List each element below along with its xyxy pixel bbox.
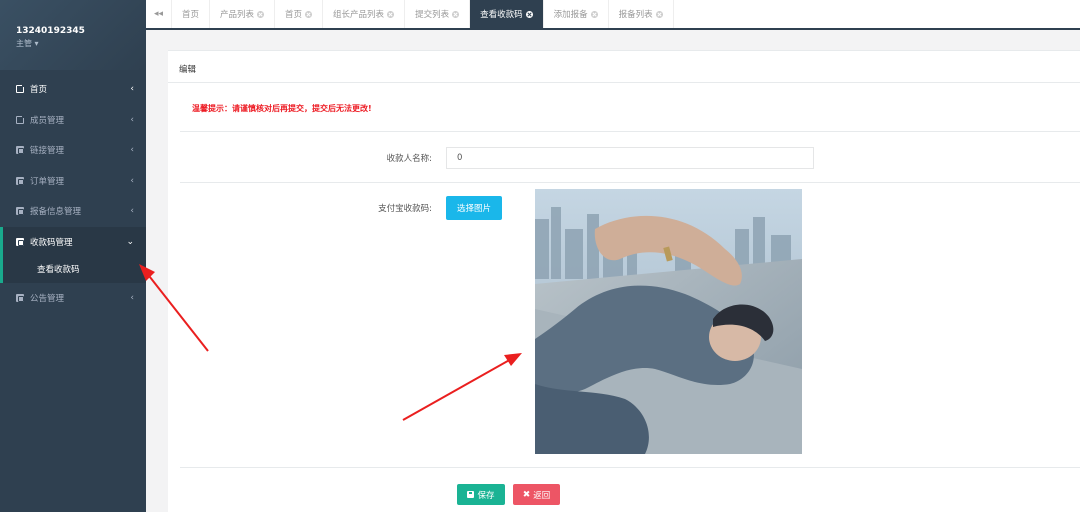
document-icon bbox=[16, 114, 25, 124]
tab-label: 添加报备 bbox=[553, 10, 588, 20]
user-phone: 13240192345 bbox=[16, 26, 85, 36]
window-icon bbox=[16, 294, 24, 303]
tab-label: 首页 bbox=[182, 10, 200, 20]
tab-label: 报备列表 bbox=[618, 10, 653, 20]
window-icon bbox=[16, 237, 24, 246]
sidebar-subitem-label: 查看收款码 bbox=[37, 265, 80, 275]
tab-label: 产品列表 bbox=[220, 10, 255, 20]
tab-add-report[interactable]: 添加报备 bbox=[544, 0, 609, 28]
window-icon bbox=[16, 176, 24, 185]
save-icon bbox=[467, 491, 475, 498]
sidebar-item-label: 报备信息管理 bbox=[30, 207, 82, 218]
sidebar-nav: 首页 ‹ 成员管理 ‹ 链接管理 ‹ 订单管理 ‹ 报备信息管理 ‹ 收款码管理… bbox=[0, 74, 146, 314]
alipay-code-label: 支付宝收款码: bbox=[378, 204, 432, 214]
sidebar-item-label: 成员管理 bbox=[30, 115, 65, 126]
close-icon[interactable] bbox=[387, 10, 395, 18]
chevron-left-icon: ‹ bbox=[130, 175, 134, 186]
sidebar-item-label: 订单管理 bbox=[30, 176, 65, 187]
tab-home-2[interactable]: 首页 bbox=[275, 0, 324, 28]
sidebar-item-announcements[interactable]: 公告管理 ‹ bbox=[0, 283, 146, 314]
sidebar: 13240192345 主管 ▾ 首页 ‹ 成员管理 ‹ 链接管理 ‹ 订单管理… bbox=[0, 0, 146, 512]
close-icon[interactable] bbox=[452, 10, 460, 18]
tab-report-list[interactable]: 报备列表 bbox=[609, 0, 674, 28]
sidebar-item-orders[interactable]: 订单管理 ‹ bbox=[0, 166, 146, 197]
close-icon[interactable] bbox=[655, 10, 663, 18]
sidebar-item-label: 公告管理 bbox=[30, 294, 65, 305]
sidebar-item-links[interactable]: 链接管理 ‹ bbox=[0, 135, 146, 166]
tab-label: 提交列表 bbox=[415, 10, 450, 20]
chevron-left-icon: ‹ bbox=[130, 293, 134, 304]
tab-leader-product-list[interactable]: 组长产品列表 bbox=[323, 0, 406, 28]
tab-product-list[interactable]: 产品列表 bbox=[210, 0, 276, 28]
window-icon bbox=[16, 146, 24, 155]
payment-code-image bbox=[535, 189, 802, 454]
sidebar-item-label: 链接管理 bbox=[30, 146, 65, 157]
user-profile[interactable]: 13240192345 主管 ▾ bbox=[0, 0, 146, 70]
save-button[interactable]: 保存 bbox=[457, 484, 505, 505]
edit-panel: 编辑 温馨提示：请谨慎核对后再提交，提交后无法更改! 收款人名称: 支付宝收款码… bbox=[168, 50, 1080, 512]
divider bbox=[180, 467, 1080, 468]
warning-message: 温馨提示：请谨慎核对后再提交，提交后无法更改! bbox=[192, 104, 372, 113]
window-icon bbox=[16, 207, 24, 216]
sidebar-subitem-view-codes[interactable]: 查看收款码 bbox=[0, 257, 146, 283]
document-icon bbox=[16, 84, 25, 94]
sidebar-item-reports[interactable]: 报备信息管理 ‹ bbox=[0, 196, 146, 227]
sidebar-item-label: 收款码管理 bbox=[30, 237, 73, 248]
payee-name-input[interactable] bbox=[446, 147, 814, 169]
close-icon[interactable] bbox=[257, 10, 265, 18]
tab-label: 首页 bbox=[285, 10, 303, 20]
tab-scroll-left-button[interactable]: ◂◂ bbox=[146, 0, 172, 28]
payee-name-label: 收款人名称: bbox=[386, 154, 432, 164]
divider bbox=[180, 182, 1080, 183]
divider bbox=[180, 131, 1080, 132]
choose-image-button[interactable]: 选择图片 bbox=[446, 196, 502, 220]
save-button-label: 保存 bbox=[477, 490, 495, 501]
tab-home[interactable]: 首页 bbox=[172, 0, 211, 28]
sidebar-item-home[interactable]: 首页 ‹ bbox=[0, 74, 146, 105]
close-icon[interactable] bbox=[305, 10, 313, 18]
chevron-left-icon: ‹ bbox=[130, 114, 134, 125]
tab-submit-list[interactable]: 提交列表 bbox=[405, 0, 471, 28]
tab-label: 查看收款码 bbox=[480, 10, 523, 20]
close-icon[interactable] bbox=[525, 10, 533, 18]
chevron-left-icon: ‹ bbox=[130, 206, 134, 217]
back-button-label: 返回 bbox=[533, 490, 551, 501]
tab-bar: ◂◂ 首页 产品列表 首页 组长产品列表 提交列表 查看收款码 添加报备 报备列… bbox=[146, 0, 1080, 30]
tab-view-payment-code[interactable]: 查看收款码 bbox=[470, 0, 544, 28]
back-button[interactable]: ✖ 返回 bbox=[513, 484, 560, 505]
chevron-left-icon: ‹ bbox=[130, 145, 134, 156]
close-icon: ✖ bbox=[522, 489, 531, 500]
close-icon[interactable] bbox=[590, 10, 598, 18]
user-role-dropdown[interactable]: 主管 ▾ bbox=[16, 38, 146, 49]
panel-title: 编辑 bbox=[168, 51, 1080, 83]
chevron-left-icon: ‹ bbox=[130, 84, 134, 95]
sidebar-item-label: 首页 bbox=[30, 85, 48, 96]
tab-label: 组长产品列表 bbox=[333, 10, 385, 20]
sidebar-item-members[interactable]: 成员管理 ‹ bbox=[0, 105, 146, 136]
sidebar-item-payment-codes[interactable]: 收款码管理 ⌄ bbox=[0, 226, 146, 257]
chevron-down-icon: ⌄ bbox=[126, 236, 134, 247]
